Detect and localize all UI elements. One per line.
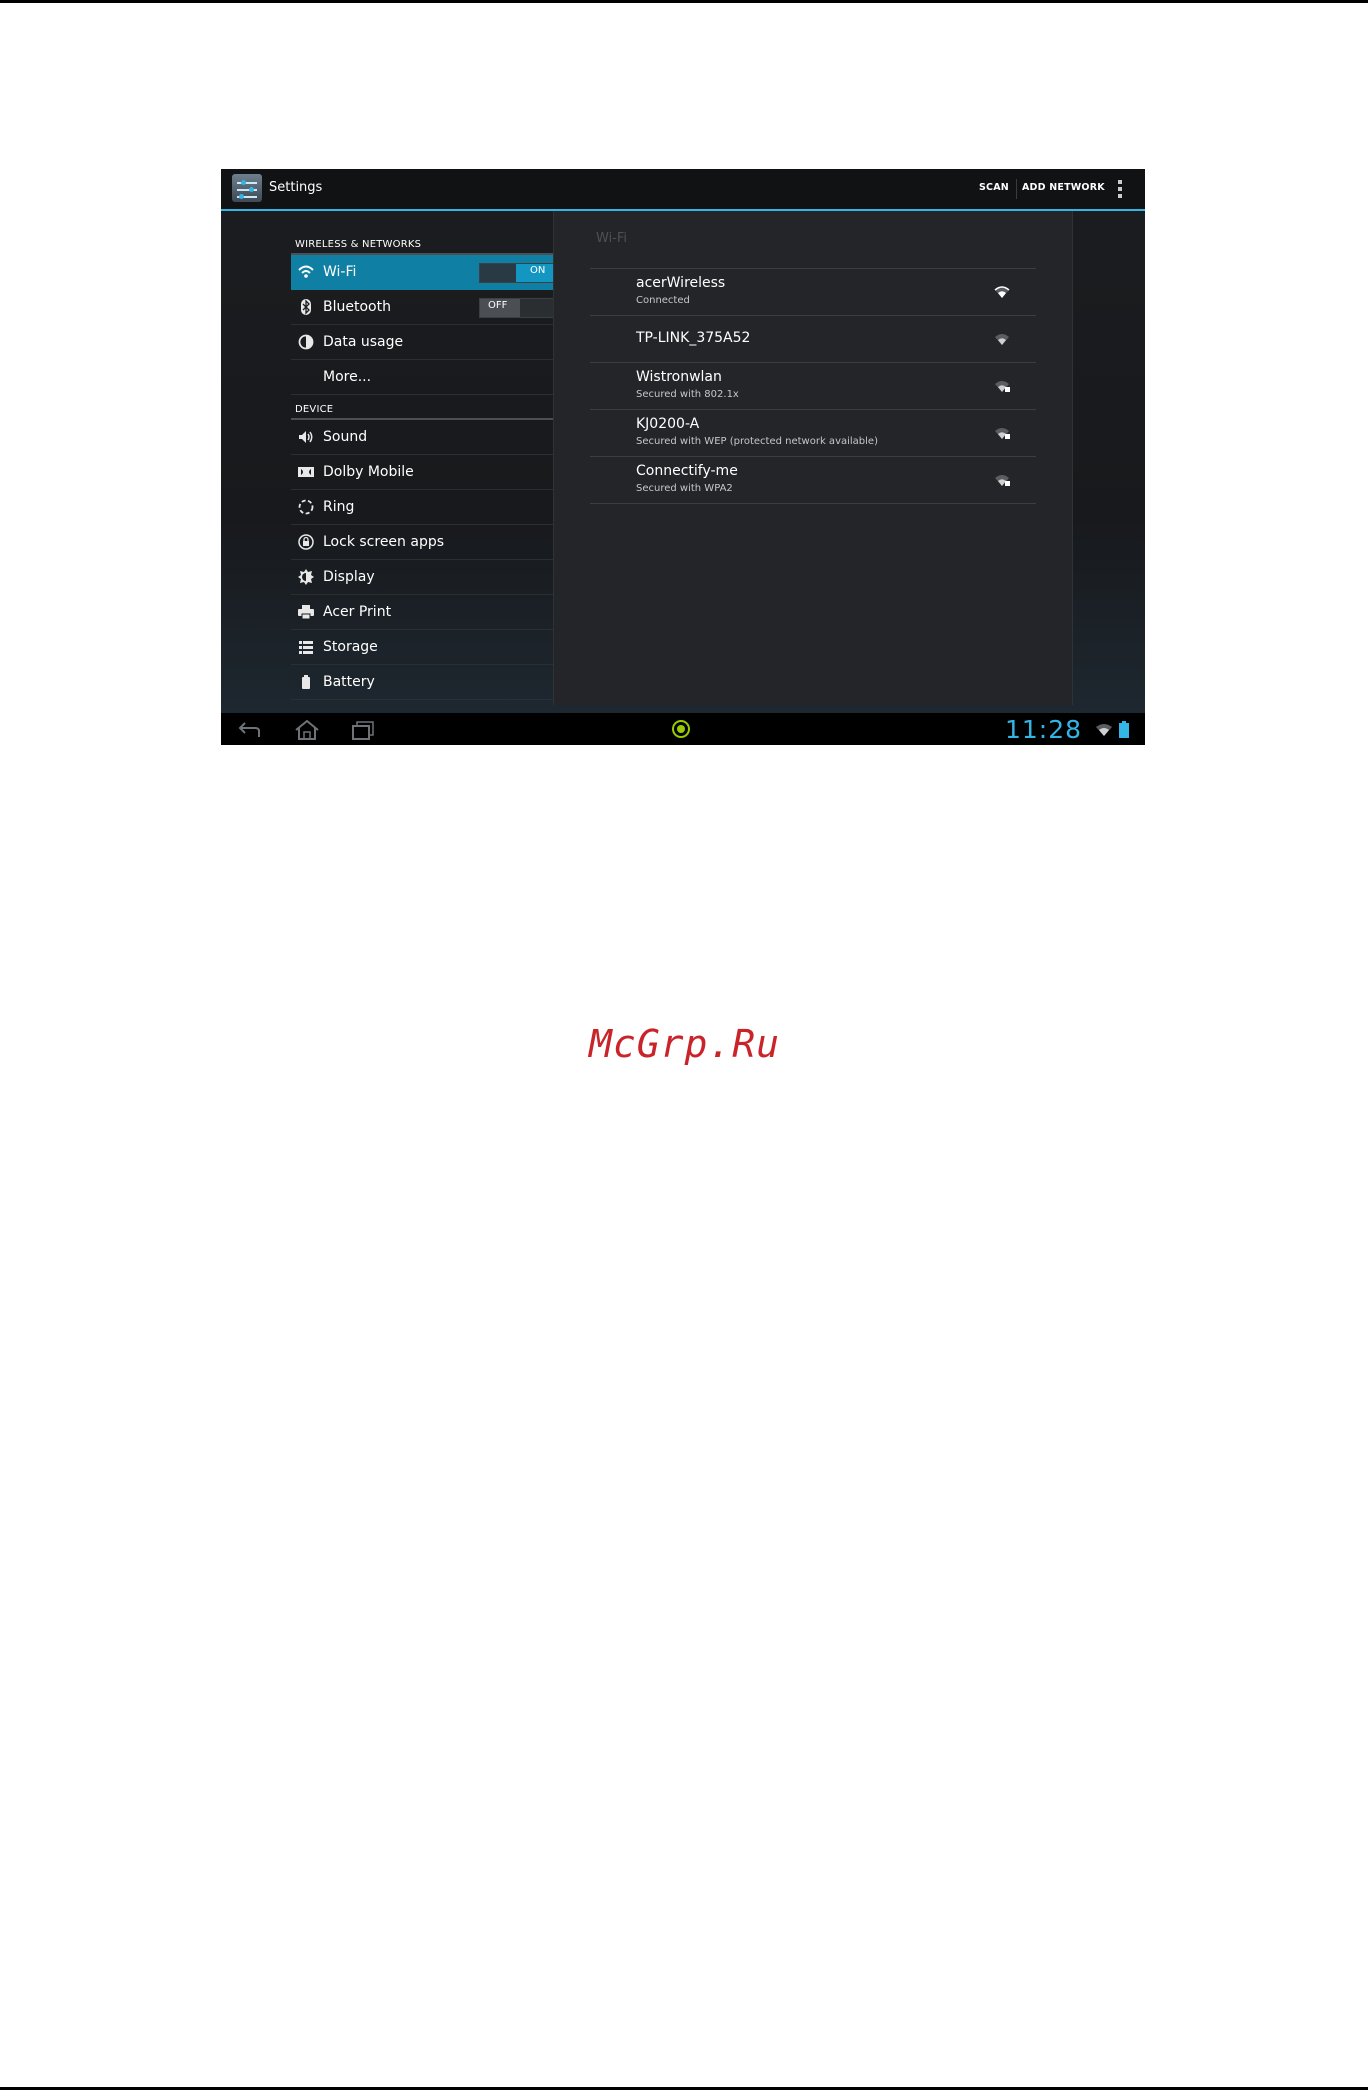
page-top-rule: [0, 0, 1368, 3]
sidebar-item-bluetooth[interactable]: Bluetooth OFF: [291, 290, 571, 325]
bluetooth-icon: [297, 298, 315, 316]
printer-icon: [297, 603, 315, 621]
wifi-status-icon: [1096, 724, 1112, 736]
sidebar-item-acer-print[interactable]: Acer Print: [291, 595, 571, 630]
network-status: Connected: [636, 295, 690, 306]
sidebar-item-label: More...: [323, 369, 372, 385]
sidebar-item-more[interactable]: More...: [291, 360, 571, 395]
sidebar-item-data-usage[interactable]: Data usage: [291, 325, 571, 360]
back-icon[interactable]: [235, 719, 263, 741]
network-status: Secured with 802.1x: [636, 389, 739, 400]
wifi-secured-icon: [995, 381, 1010, 392]
sidebar-item-ring[interactable]: Ring: [291, 490, 571, 525]
network-name: Wistronwlan: [636, 369, 722, 385]
sidebar-item-label: Wi-Fi: [323, 264, 357, 280]
system-bar: 11:28: [221, 713, 1145, 745]
sidebar-item-label: Display: [323, 569, 375, 585]
speaker-icon: [297, 428, 315, 446]
dolby-icon: [297, 463, 315, 481]
sidebar-item-sound[interactable]: Sound: [291, 420, 571, 455]
section-header-device: DEVICE: [295, 404, 334, 415]
bluetooth-toggle[interactable]: OFF: [479, 298, 557, 318]
wifi-toggle[interactable]: ON: [479, 263, 557, 283]
toggle-state: OFF: [488, 300, 508, 311]
lock-icon: [297, 533, 315, 551]
sidebar-item-wifi[interactable]: Wi-Fi ON: [291, 255, 571, 290]
home-icon[interactable]: [293, 719, 321, 741]
wifi-secured-icon: [995, 428, 1010, 439]
sidebar-item-label: Storage: [323, 639, 378, 655]
brightness-icon: [297, 568, 315, 586]
notification-ring-icon[interactable]: [670, 718, 692, 740]
settings-app-icon[interactable]: [232, 174, 262, 202]
action-bar: Settings SCAN ADD NETWORK: [221, 169, 1145, 211]
sidebar-item-label: Ring: [323, 499, 355, 515]
sidebar-item-label: Acer Print: [323, 604, 392, 620]
battery-status-icon: [1119, 721, 1129, 738]
network-item-acerwireless[interactable]: acerWireless Connected: [590, 268, 1036, 315]
network-item-kj0200-a[interactable]: KJ0200-A Secured with WEP (protected net…: [590, 409, 1036, 456]
network-name: acerWireless: [636, 275, 726, 291]
wifi-detail-pane: Wi-Fi acerWireless Connected TP-LINK_375…: [553, 211, 1073, 705]
ring-icon: [297, 498, 315, 516]
overflow-menu-icon[interactable]: [1117, 180, 1123, 200]
page-bottom-rule: [0, 2087, 1368, 2090]
section-header-wireless: WIRELESS & NETWORKS: [295, 239, 422, 250]
sidebar-item-label: Sound: [323, 429, 368, 445]
wifi-icon: [297, 263, 315, 281]
pane-title: Wi-Fi: [596, 231, 628, 246]
sidebar-item-battery[interactable]: Battery: [291, 665, 571, 700]
tablet-screenshot: Settings SCAN ADD NETWORK WIRELESS & NET…: [221, 169, 1145, 745]
app-title: Settings: [269, 180, 323, 195]
sidebar-item-lock-screen-apps[interactable]: Lock screen apps: [291, 525, 571, 560]
sidebar-item-display[interactable]: Display: [291, 560, 571, 595]
network-status: Secured with WPA2: [636, 483, 733, 494]
wifi-signal-icon: [995, 334, 1009, 345]
network-item-connectify-me[interactable]: Connectify-me Secured with WPA2: [590, 456, 1036, 504]
network-name: KJ0200-A: [636, 416, 700, 432]
network-item-tp-link[interactable]: TP-LINK_375A52: [590, 315, 1036, 362]
storage-icon: [297, 638, 315, 656]
sidebar-item-label: Data usage: [323, 334, 404, 350]
sidebar-item-storage[interactable]: Storage: [291, 630, 571, 665]
wifi-secured-icon: [995, 475, 1010, 486]
sidebar-item-label: Lock screen apps: [323, 534, 445, 550]
sidebar-item-label: Bluetooth: [323, 299, 391, 315]
action-divider: [1016, 179, 1017, 199]
sidebar-item-dolby-mobile[interactable]: Dolby Mobile: [291, 455, 571, 490]
clock[interactable]: 11:28: [1005, 715, 1082, 744]
toggle-state: ON: [530, 265, 546, 276]
data-usage-icon: [297, 333, 315, 351]
network-status: Secured with WEP (protected network avai…: [636, 436, 878, 447]
battery-icon: [297, 673, 315, 691]
network-item-wistronwlan[interactable]: Wistronwlan Secured with 802.1x: [590, 362, 1036, 409]
wifi-signal-icon: [994, 286, 1010, 298]
add-network-button[interactable]: ADD NETWORK: [1022, 182, 1105, 193]
network-name: TP-LINK_375A52: [636, 330, 751, 346]
sidebar-item-label: Dolby Mobile: [323, 464, 414, 480]
recent-apps-icon[interactable]: [349, 719, 377, 741]
watermark-text: McGrp.Ru: [589, 1022, 781, 1066]
network-name: Connectify-me: [636, 463, 738, 479]
scan-button[interactable]: SCAN: [979, 182, 1009, 193]
sidebar-item-label: Battery: [323, 674, 375, 690]
